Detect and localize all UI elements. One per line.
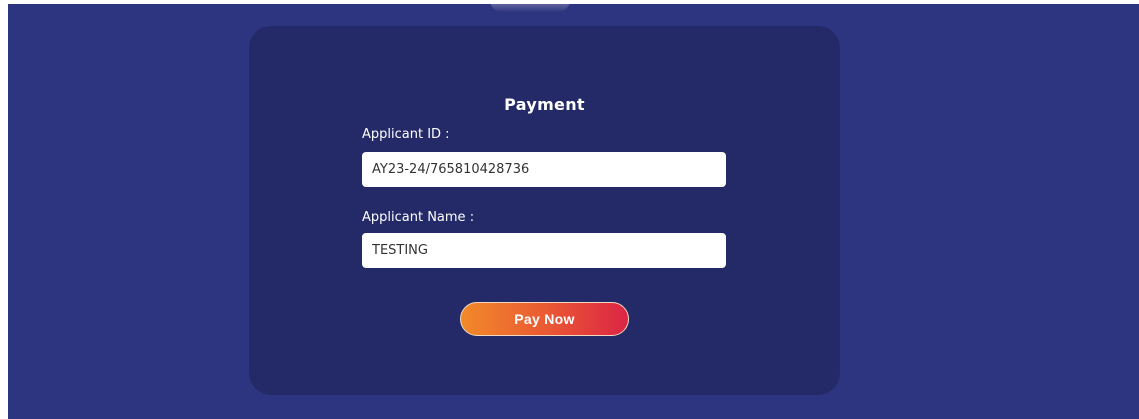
applicant-name-input[interactable] bbox=[362, 233, 726, 268]
applicant-id-label: Applicant ID : bbox=[362, 127, 450, 142]
payment-title: Payment bbox=[504, 95, 585, 114]
payment-card: Payment Applicant ID : Applicant Name : … bbox=[249, 26, 840, 395]
top-edge-decoration bbox=[490, 0, 570, 12]
applicant-id-input[interactable] bbox=[362, 152, 726, 187]
applicant-name-label: Applicant Name : bbox=[362, 210, 475, 225]
pay-now-button[interactable]: Pay Now bbox=[460, 302, 629, 336]
